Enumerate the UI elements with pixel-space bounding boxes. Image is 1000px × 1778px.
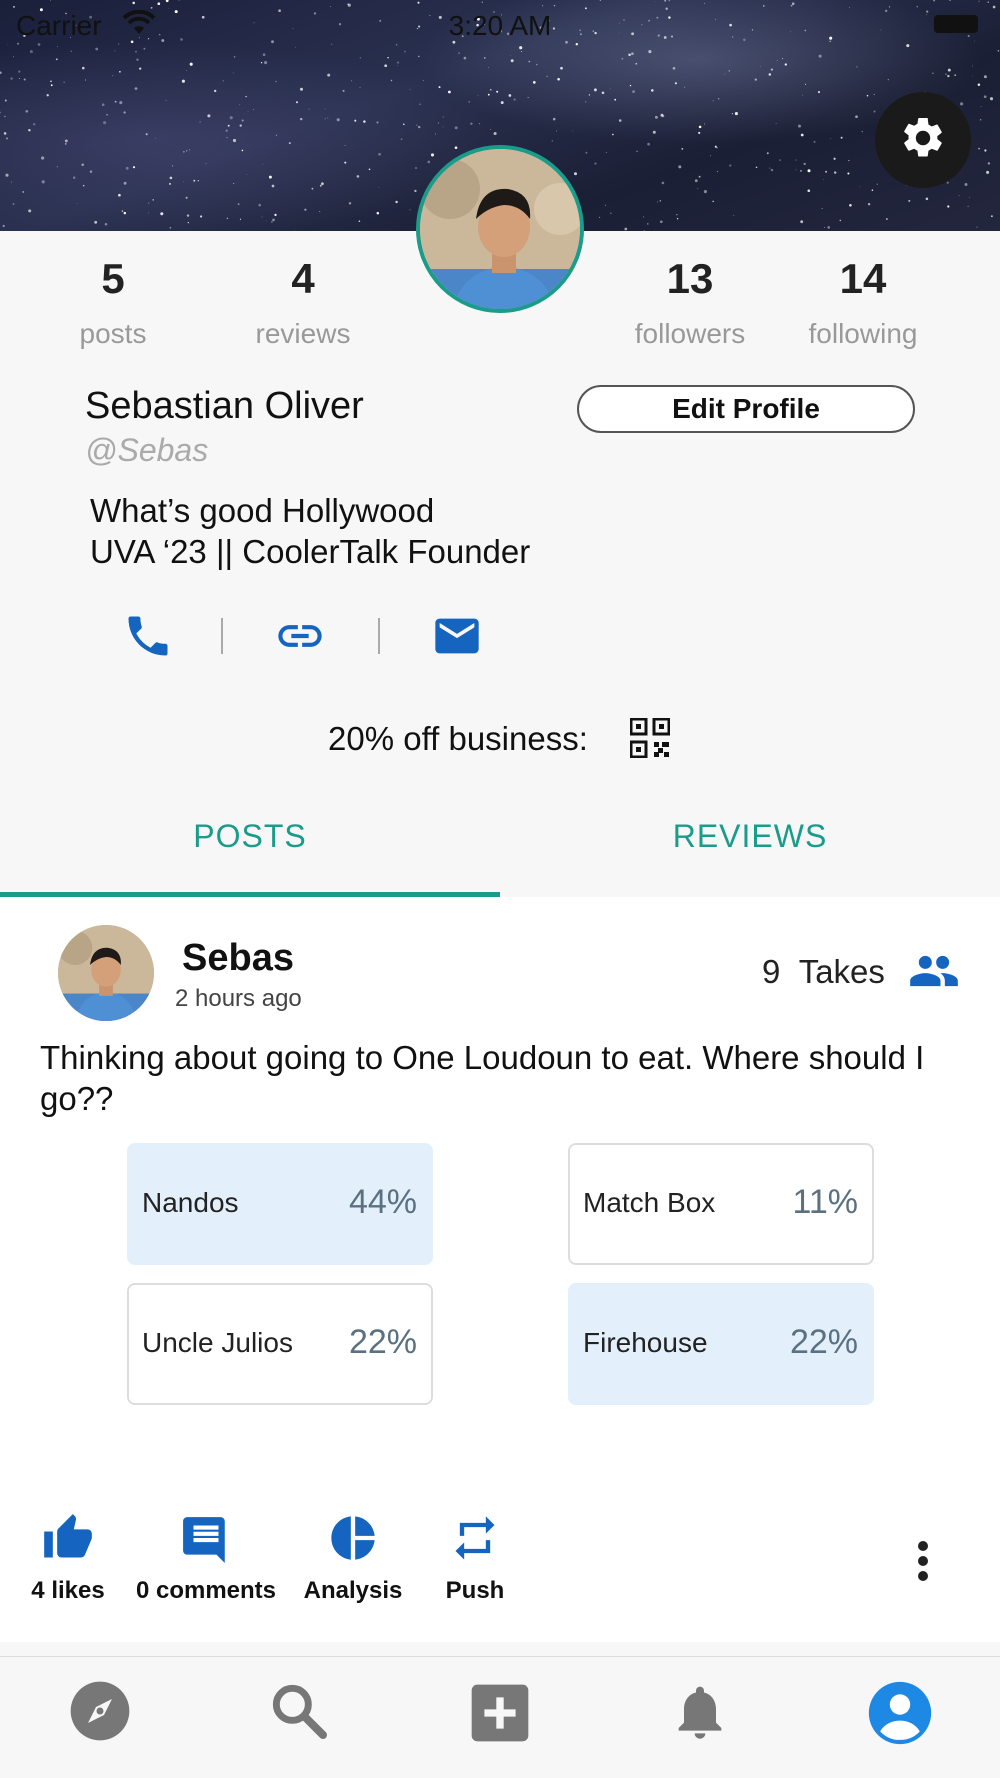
pie-chart-icon <box>327 1516 379 1568</box>
stat-following-label: following <box>808 318 918 349</box>
profile-avatar[interactable] <box>416 145 584 313</box>
bell-icon[interactable] <box>668 1679 732 1750</box>
status-time: 3:20 AM <box>448 10 552 41</box>
poll-option[interactable]: Uncle Julios 22% <box>127 1283 433 1405</box>
stat-followers[interactable]: 13 followers <box>610 258 770 350</box>
tab-reviews[interactable]: REVIEWS <box>500 790 1000 897</box>
post-timestamp: 2 hours ago <box>175 985 302 1012</box>
poll-option-percent: 11% <box>792 1183 858 1221</box>
like-count: 4 likes <box>31 1577 105 1604</box>
stat-reviews-count: 4 <box>291 255 315 302</box>
profile-bio: What’s good Hollywood UVA ‘23 || CoolerT… <box>90 490 530 572</box>
stat-posts[interactable]: 5 posts <box>33 258 193 350</box>
push-label: Push <box>445 1577 505 1604</box>
poll-option-label: Firehouse <box>583 1327 708 1358</box>
takes-label: Takes <box>798 953 885 990</box>
link-icon[interactable] <box>274 610 326 667</box>
stat-followers-label: followers <box>634 318 746 349</box>
takes-count[interactable]: 9 Takes <box>762 953 885 991</box>
comment-icon <box>181 1517 231 1568</box>
phone-icon[interactable] <box>122 610 174 667</box>
push-button[interactable]: Push <box>430 1512 520 1605</box>
repeat-icon <box>449 1516 501 1568</box>
stat-followers-count: 13 <box>666 255 714 302</box>
bio-line-2: UVA ‘23 || CoolerTalk Founder <box>90 533 531 570</box>
search-icon[interactable] <box>267 1679 331 1748</box>
gear-icon <box>899 114 947 167</box>
add-box-icon[interactable] <box>466 1679 534 1752</box>
poll-option[interactable]: Nandos 44% <box>127 1143 433 1265</box>
like-button[interactable]: 4 likes <box>22 1512 114 1605</box>
thumbs-up-icon <box>42 1514 94 1568</box>
poll-option-label: Nandos <box>142 1187 239 1218</box>
account-circle-icon[interactable] <box>866 1679 934 1752</box>
settings-button[interactable] <box>875 92 971 188</box>
stat-following[interactable]: 14 following <box>783 258 943 350</box>
profile-name: Sebastian Oliver <box>85 385 364 427</box>
poll-option[interactable]: Match Box 11% <box>568 1143 874 1265</box>
profile-handle: @Sebas <box>85 432 209 468</box>
comment-button[interactable]: 0 comments <box>128 1512 284 1605</box>
poll-option-label: Match Box <box>583 1187 716 1218</box>
promo-text: 20% off business: <box>328 720 588 757</box>
post-body: Thinking about going to One Loudoun to e… <box>40 1039 925 1117</box>
mail-icon[interactable] <box>430 610 484 667</box>
stat-reviews[interactable]: 4 reviews <box>223 258 383 350</box>
tab-posts[interactable]: POSTS <box>0 790 500 897</box>
contact-divider <box>378 618 380 654</box>
battery-icon <box>934 15 978 33</box>
stat-posts-count: 5 <box>101 255 125 302</box>
profile-tabs: POSTS REVIEWS <box>0 790 1000 897</box>
post-avatar[interactable] <box>58 925 154 1021</box>
stat-posts-label: posts <box>79 318 147 349</box>
poll-option[interactable]: Firehouse 22% <box>568 1283 874 1405</box>
people-icon[interactable] <box>908 949 960 998</box>
bottom-nav <box>0 1656 1000 1778</box>
more-vertical-icon[interactable] <box>916 1540 930 1587</box>
qr-code-icon[interactable] <box>629 717 671 763</box>
bio-line-1: What’s good Hollywood <box>90 492 435 529</box>
compass-icon[interactable] <box>68 1679 132 1748</box>
poll-option-percent: 44% <box>348 1183 417 1221</box>
edit-profile-button[interactable]: Edit Profile <box>577 385 915 433</box>
status-bar: Carrier 3:20 AM <box>0 0 1000 50</box>
analysis-label: Analysis <box>303 1577 403 1604</box>
comment-count: 0 comments <box>135 1577 277 1604</box>
contact-divider <box>221 618 223 654</box>
post-username[interactable]: Sebas <box>182 937 294 980</box>
poll-option-label: Uncle Julios <box>142 1327 293 1358</box>
analysis-button[interactable]: Analysis <box>297 1512 409 1605</box>
stat-reviews-label: reviews <box>255 318 351 349</box>
poll-option-percent: 22% <box>348 1323 417 1361</box>
takes-number: 9 <box>762 953 781 990</box>
stat-following-count: 14 <box>839 255 887 302</box>
poll-option-percent: 22% <box>789 1323 858 1361</box>
